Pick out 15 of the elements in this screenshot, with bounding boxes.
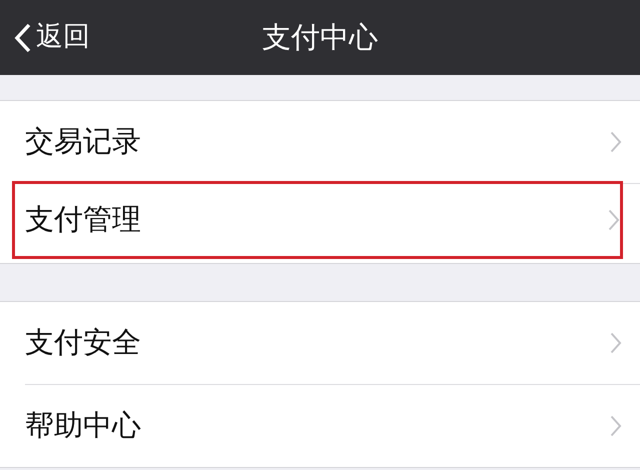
- chevron-right-icon: [610, 415, 622, 437]
- back-button[interactable]: 返回: [0, 0, 90, 75]
- list-item[interactable]: 支付安全: [0, 302, 640, 384]
- item-label: 交易记录: [25, 123, 141, 160]
- back-icon: [14, 22, 32, 52]
- page-title: 支付中心: [262, 19, 378, 56]
- item-label: 帮助中心: [25, 407, 141, 444]
- chevron-right-icon: [610, 131, 622, 153]
- highlighted-list-item[interactable]: 支付管理: [12, 181, 623, 259]
- item-label: 支付管理: [25, 201, 141, 238]
- chevron-right-icon: [608, 209, 620, 231]
- item-label: 支付安全: [25, 324, 141, 362]
- list-item[interactable]: 交易记录: [0, 101, 640, 183]
- chevron-right-icon: [610, 332, 622, 354]
- list-item[interactable]: 帮助中心: [0, 385, 640, 467]
